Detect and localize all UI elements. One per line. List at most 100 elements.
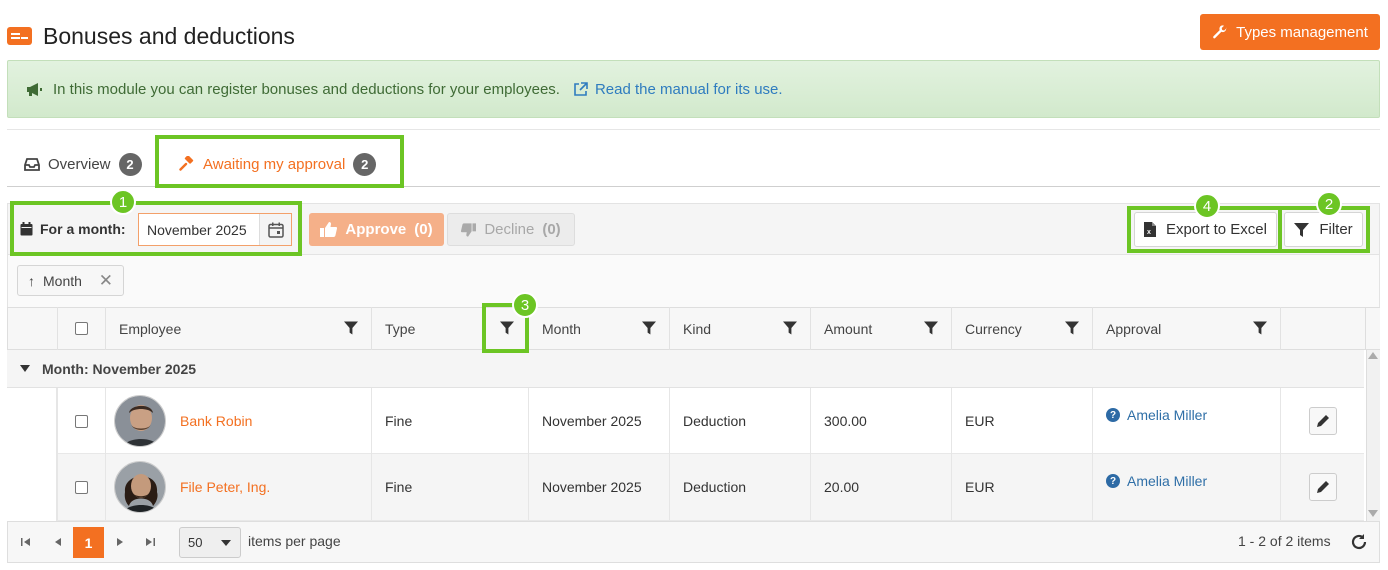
close-icon[interactable]: ✕ (99, 271, 113, 291)
type-cell: Fine (371, 454, 528, 520)
month-input-value[interactable]: November 2025 (139, 222, 259, 238)
chevron-down-icon (221, 540, 231, 546)
items-per-page-label: items per page (248, 533, 341, 549)
previous-page-icon[interactable] (52, 536, 64, 548)
currency-cell: EUR (951, 388, 1092, 454)
month-cell: November 2025 (528, 388, 669, 454)
column-header-actions (1280, 307, 1366, 350)
month-label-text: For a month: (40, 221, 126, 237)
approver-link[interactable]: ? Amelia Miller (1106, 473, 1207, 489)
employee-cell: File Peter, Ing. (105, 454, 371, 520)
decline-label: Decline (484, 221, 535, 238)
actions-cell (1280, 388, 1364, 454)
manual-link[interactable]: Read the manual for its use. (573, 81, 783, 98)
employee-cell: Bank Robin (105, 388, 371, 454)
approver-link[interactable]: ? Amelia Miller (1106, 407, 1207, 423)
column-label: Currency (965, 320, 1022, 337)
thumbs-down-icon (461, 222, 477, 237)
month-picker[interactable]: November 2025 (138, 213, 292, 246)
row-checkbox[interactable] (75, 480, 88, 494)
approve-button[interactable]: Approve (0) (309, 213, 444, 246)
employee-name[interactable]: File Peter, Ing. (180, 479, 270, 495)
month-label: For a month: (20, 221, 126, 237)
filter-button[interactable]: Filter (1284, 212, 1363, 247)
inbox-icon (24, 158, 40, 171)
vertical-scrollbar[interactable] (1366, 350, 1380, 521)
decline-button[interactable]: Decline (0) (447, 213, 575, 246)
annotation-marker: 4 (1194, 193, 1220, 219)
currency-cell: EUR (951, 454, 1092, 520)
column-header-month[interactable]: Month (528, 307, 669, 350)
row-select-cell (57, 454, 105, 520)
column-header-approval[interactable]: Approval (1092, 307, 1280, 350)
wrench-icon (1213, 25, 1227, 39)
tab-awaiting-count: 2 (353, 152, 377, 176)
approver-name: Amelia Miller (1127, 407, 1208, 423)
pencil-icon (1316, 481, 1329, 493)
tab-awaiting-label: Awaiting my approval (203, 155, 346, 173)
excel-file-icon: x (1144, 222, 1157, 237)
column-header-currency[interactable]: Currency (951, 307, 1092, 350)
column-header-kind[interactable]: Kind (669, 307, 810, 350)
actions-cell (1280, 454, 1364, 520)
question-icon: ? (1106, 408, 1120, 422)
scroll-up-arrow-icon[interactable] (1368, 352, 1378, 359)
group-chip-label: Month (43, 272, 82, 289)
module-icon (7, 27, 32, 45)
column-filter-icon[interactable] (1253, 321, 1267, 335)
next-page-icon[interactable] (114, 536, 126, 548)
first-page-icon[interactable] (20, 536, 32, 548)
current-page-button[interactable]: 1 (73, 527, 104, 558)
tab-overview[interactable]: Overview 2 (24, 150, 142, 178)
edit-button[interactable] (1308, 473, 1337, 501)
column-header-employee[interactable]: Employee (105, 307, 371, 350)
column-filter-icon[interactable] (344, 321, 358, 335)
row-checkbox[interactable] (75, 414, 88, 428)
tab-overview-count: 2 (118, 152, 142, 176)
page-size-select[interactable]: 50 (179, 527, 241, 558)
types-management-button[interactable]: Types management (1200, 14, 1380, 50)
filter-icon (1294, 222, 1310, 237)
calendar-icon (20, 222, 33, 236)
megaphone-icon (27, 82, 42, 96)
column-filter-icon[interactable] (642, 321, 656, 335)
manual-link-label: Read the manual for its use. (594, 80, 783, 98)
column-filter-icon[interactable] (1065, 321, 1079, 335)
gavel-icon (179, 156, 194, 171)
collapse-triangle-icon[interactable] (20, 365, 30, 372)
select-all-checkbox[interactable] (75, 322, 88, 335)
scroll-down-arrow-icon[interactable] (1368, 510, 1378, 517)
question-icon: ? (1106, 474, 1120, 488)
decline-count: (0) (542, 221, 561, 238)
column-filter-icon[interactable] (924, 321, 938, 335)
edit-button[interactable] (1308, 407, 1337, 435)
page-size-value: 50 (188, 535, 203, 550)
annotation-marker: 2 (1316, 191, 1342, 217)
annotation-marker: 1 (110, 189, 136, 215)
pager-info: 1 - 2 of 2 items (1238, 533, 1331, 549)
employee-name[interactable]: Bank Robin (180, 413, 252, 429)
column-header-amount[interactable]: Amount (810, 307, 951, 350)
select-all-cell (57, 307, 105, 350)
column-label: Kind (683, 320, 712, 337)
info-message: In this module you can register bonuses … (53, 80, 560, 98)
avatar (114, 461, 166, 513)
column-filter-icon[interactable] (783, 321, 797, 335)
column-filter-icon[interactable] (500, 321, 514, 335)
avatar (114, 395, 166, 447)
tabs-divider (7, 186, 1380, 187)
column-label: Employee (119, 320, 182, 337)
info-banner: In this module you can register bonuses … (7, 60, 1380, 118)
column-header-type[interactable]: Type (371, 307, 528, 350)
calendar-picker-icon[interactable] (259, 214, 291, 245)
month-cell: November 2025 (528, 454, 669, 520)
row-select-cell (57, 388, 105, 454)
refresh-icon[interactable] (1349, 532, 1369, 552)
external-link-icon (574, 81, 588, 96)
group-chip-month[interactable]: ↑ Month ✕ (17, 265, 124, 296)
approve-count: (0) (414, 221, 433, 238)
last-page-icon[interactable] (144, 536, 156, 548)
group-row-month[interactable]: Month: November 2025 (7, 350, 1364, 388)
approve-label: Approve (345, 221, 407, 238)
tab-awaiting-approval[interactable]: Awaiting my approval 2 (179, 150, 377, 178)
